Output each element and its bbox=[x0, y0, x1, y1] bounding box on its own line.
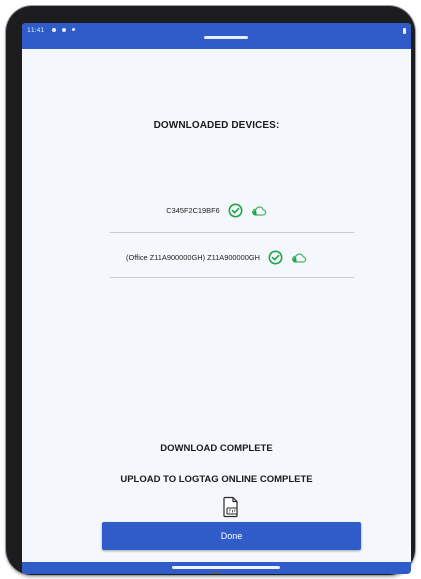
divider bbox=[110, 277, 354, 278]
device-row: (Office Z11A900000GH) Z11A900000GH bbox=[22, 250, 411, 265]
upload-status-text: UPLOAD TO LOGTAG ONLINE COMPLETE bbox=[120, 474, 313, 485]
app-screen: 11:41 DOWNLOADED DEVICES: C345F2C19BF6 (… bbox=[22, 23, 411, 574]
sim-icon bbox=[62, 28, 66, 32]
download-status-text: DOWNLOAD COMPLETE bbox=[160, 443, 273, 454]
cloud-icon bbox=[292, 253, 307, 262]
device-label: (Office Z11A900000GH) Z11A900000GH bbox=[126, 253, 260, 262]
device-row: C345F2C19BF6 bbox=[22, 203, 411, 218]
status-bar: 11:41 bbox=[22, 23, 411, 49]
pdf-document-icon[interactable] bbox=[220, 496, 240, 518]
check-circle-icon bbox=[268, 250, 283, 265]
battery-icon bbox=[403, 28, 406, 34]
settings-icon bbox=[52, 28, 56, 32]
device-label: C345F2C19BF6 bbox=[166, 206, 220, 215]
status-time: 11:41 bbox=[27, 27, 45, 34]
signal-icon bbox=[72, 28, 75, 31]
home-button[interactable] bbox=[212, 572, 219, 574]
divider bbox=[110, 232, 354, 233]
drag-handle[interactable] bbox=[204, 36, 248, 39]
tablet-frame: 11:41 DOWNLOADED DEVICES: C345F2C19BF6 (… bbox=[6, 6, 415, 575]
home-gesture-bar[interactable] bbox=[172, 566, 280, 569]
check-circle-icon bbox=[228, 203, 243, 218]
cloud-icon bbox=[251, 206, 266, 215]
page-title: DOWNLOADED DEVICES: bbox=[153, 120, 280, 131]
status-icons bbox=[52, 26, 75, 32]
done-button[interactable]: Done bbox=[102, 522, 361, 550]
